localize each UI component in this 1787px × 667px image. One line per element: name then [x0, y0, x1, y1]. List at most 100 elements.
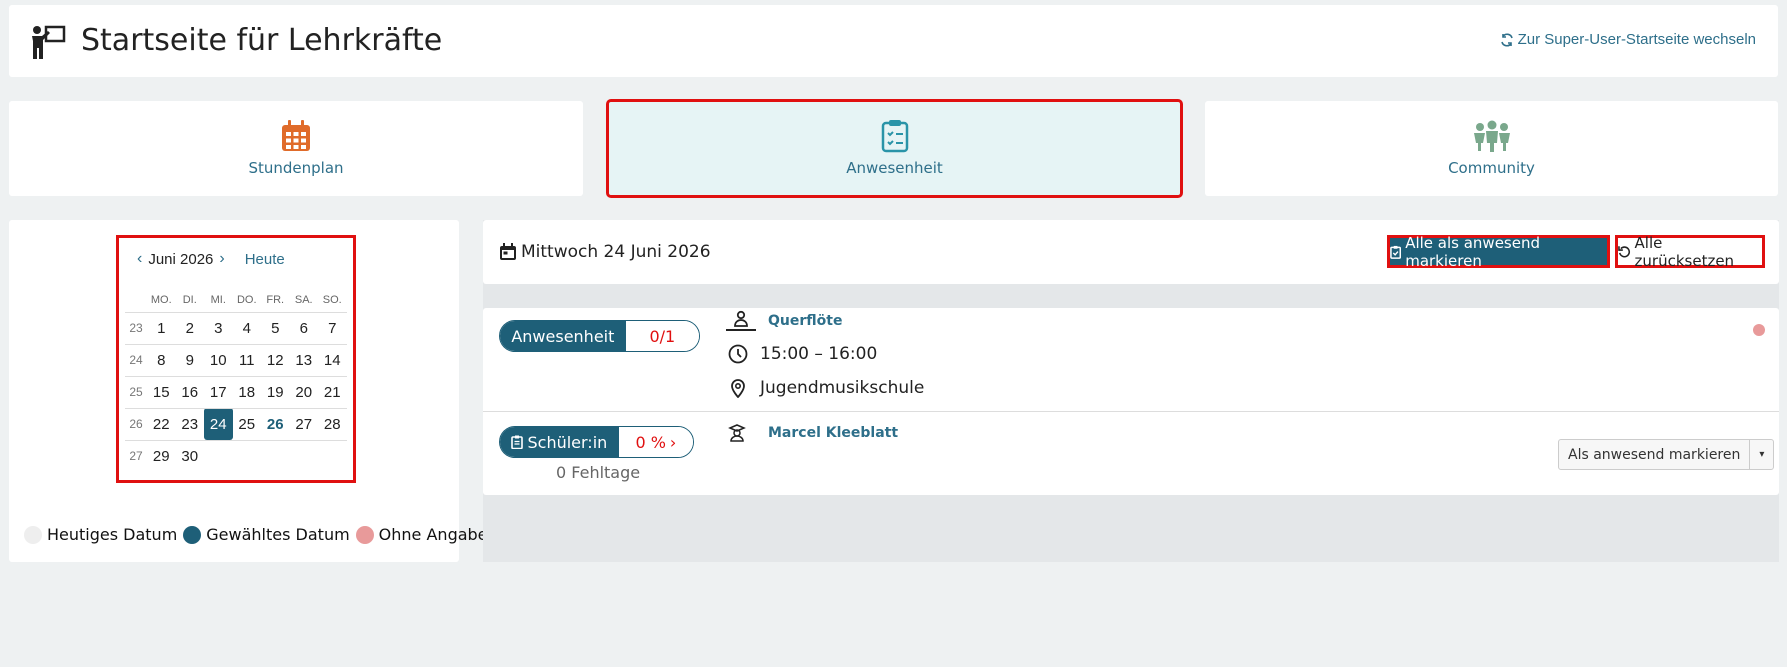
calendar-day[interactable]: 20 [289, 375, 318, 408]
mark-all-present-button[interactable]: Alle als anwesend markieren [1387, 233, 1610, 270]
calendar-day[interactable]: 22 [147, 407, 176, 440]
calendar-day[interactable]: 6 [289, 311, 318, 344]
chevron-right-icon: › [669, 432, 677, 452]
calendar-day[interactable]: 23 [175, 407, 204, 440]
empty-day-cell [204, 439, 233, 472]
calendar-day[interactable]: 26 [261, 407, 290, 440]
calendar-day[interactable]: 24 [204, 407, 233, 440]
legend-today: Heutiges Datum [24, 525, 177, 544]
lesson-time: 15:00 – 16:00 [760, 344, 878, 364]
weekday-header: FR. [266, 293, 285, 306]
week-number: 24 [125, 343, 147, 376]
month-label: Juni 2026 [148, 250, 214, 268]
reset-all-button[interactable]: Alle zurücksetzen [1615, 233, 1765, 270]
calendar-day[interactable]: 2 [175, 311, 204, 344]
calendar-day[interactable]: 29 [147, 439, 176, 472]
calendar-day[interactable]: 14 [318, 343, 347, 376]
undo-icon [1618, 246, 1631, 258]
today-button[interactable]: Heute [245, 251, 285, 268]
calendar-day[interactable]: 3 [204, 311, 233, 344]
week-number: 25 [125, 375, 147, 408]
calendar-day[interactable]: 16 [175, 375, 204, 408]
legend-label: Ohne Angabe [378, 525, 488, 544]
mark-all-present-label: Alle als anwesend markieren [1405, 233, 1541, 270]
calendar-day[interactable]: 7 [318, 311, 347, 344]
tile-anwesenheit[interactable]: Anwesenheit [606, 99, 1183, 198]
calendar-day[interactable]: 30 [175, 439, 204, 472]
calendar-day[interactable]: 1 [147, 311, 176, 344]
switch-superuser-label: Zur Super-User-Startseite wechseln [1517, 31, 1756, 48]
selected-date: Mittwoch 24 Juni 2026 [521, 242, 711, 262]
calendar-day[interactable]: 25 [232, 407, 261, 440]
weekday-header: DI. [182, 293, 197, 306]
calendar-day[interactable]: 28 [318, 407, 347, 440]
attendance-pill[interactable]: Anwesenheit 0/1 [499, 320, 700, 352]
student-pill-right: 0 % › [618, 427, 693, 457]
empty-day-cell [318, 439, 347, 472]
clipboard-icon [511, 435, 524, 449]
page-header: Startseite für Lehrkräfte Zur Super-User… [9, 5, 1778, 77]
month-calendar: ‹ Juni 2026 › Heute MO. DI. MI. DO. FR. SA. SO… [116, 235, 356, 483]
calendar-day[interactable]: 19 [261, 375, 290, 408]
card-divider [483, 411, 1779, 412]
tile-stundenplan-label: Stundenplan [248, 159, 344, 177]
week-number: 27 [125, 439, 147, 472]
mark-present-button[interactable]: Als anwesend markieren [1559, 440, 1749, 469]
legend-dot [183, 525, 202, 544]
student-percent: 0 % [635, 432, 666, 452]
calendar-day[interactable]: 10 [204, 343, 233, 376]
weekday-header: MO. [150, 293, 172, 306]
weekday-header: MI. [210, 293, 226, 306]
reset-all-label: Alle zurücksetzen [1634, 233, 1735, 270]
calendar-week-row: 26 22 23 24 25 26 27 28 [125, 407, 347, 440]
calendar-day[interactable]: 15 [147, 375, 176, 408]
lesson-location: Jugendmusikschule [760, 378, 925, 398]
student-pill-left: Schüler:in [500, 427, 619, 457]
week-number: 26 [125, 407, 147, 440]
weekday-header: SA. [294, 293, 313, 306]
switch-superuser-link[interactable]: Zur Super-User-Startseite wechseln [1500, 31, 1756, 48]
refresh-icon [1500, 32, 1513, 47]
people-icon [1473, 120, 1510, 152]
weekday-header: SO. [322, 293, 342, 306]
calendar-day[interactable]: 4 [232, 311, 261, 344]
calendar-day[interactable]: 17 [204, 375, 233, 408]
calendar-day[interactable]: 9 [175, 343, 204, 376]
calendar-day[interactable]: 21 [318, 375, 347, 408]
legend-dot [355, 525, 374, 544]
legend-label: Heutiges Datum [47, 525, 178, 544]
tile-stundenplan[interactable]: Stundenplan [9, 101, 583, 196]
clock-icon [728, 344, 748, 364]
calendar-day[interactable]: 18 [232, 375, 261, 408]
empty-day-cell [232, 439, 261, 472]
tile-community[interactable]: Community [1205, 101, 1778, 196]
location-pin-icon [731, 379, 745, 398]
next-month-button[interactable]: › [213, 250, 230, 268]
week-number-header [125, 288, 147, 312]
calendar-week-row: 24 8 9 10 11 12 13 14 [125, 343, 347, 376]
calendar-week-row: 23 1 2 3 4 5 6 7 [125, 311, 347, 344]
instrument-link[interactable]: Querflöte [768, 313, 842, 329]
legend-label: Gewähltes Datum [206, 525, 350, 544]
dropdown-caret-icon[interactable]: ▾ [1749, 440, 1773, 469]
student-pill[interactable]: Schüler:in 0 % › [499, 426, 694, 458]
calendar-day[interactable]: 11 [232, 343, 261, 376]
student-name-link[interactable]: Marcel Kleeblatt [768, 425, 898, 441]
calendar-day[interactable]: 27 [289, 407, 318, 440]
clipboard-check-icon [881, 120, 908, 153]
tile-anwesenheit-label: Anwesenheit [846, 159, 943, 177]
calendar-day[interactable]: 5 [261, 311, 290, 344]
calendar-day-icon [500, 243, 516, 260]
teacher-board-icon [32, 25, 66, 59]
empty-day-cell [289, 439, 318, 472]
instrument-row: Querflöte [726, 310, 842, 332]
legend-selected: Gewähltes Datum [183, 525, 350, 544]
week-number: 23 [125, 311, 147, 344]
calendar-week-row: 25 15 16 17 18 19 20 21 [125, 375, 347, 408]
calendar-day[interactable]: 12 [261, 343, 290, 376]
mark-present-split-button: Als anwesend markieren ▾ [1558, 439, 1775, 470]
legend-dot [24, 525, 42, 544]
calendar-day[interactable]: 13 [289, 343, 318, 376]
prev-month-button[interactable]: ‹ [131, 250, 148, 268]
calendar-day[interactable]: 8 [147, 343, 176, 376]
